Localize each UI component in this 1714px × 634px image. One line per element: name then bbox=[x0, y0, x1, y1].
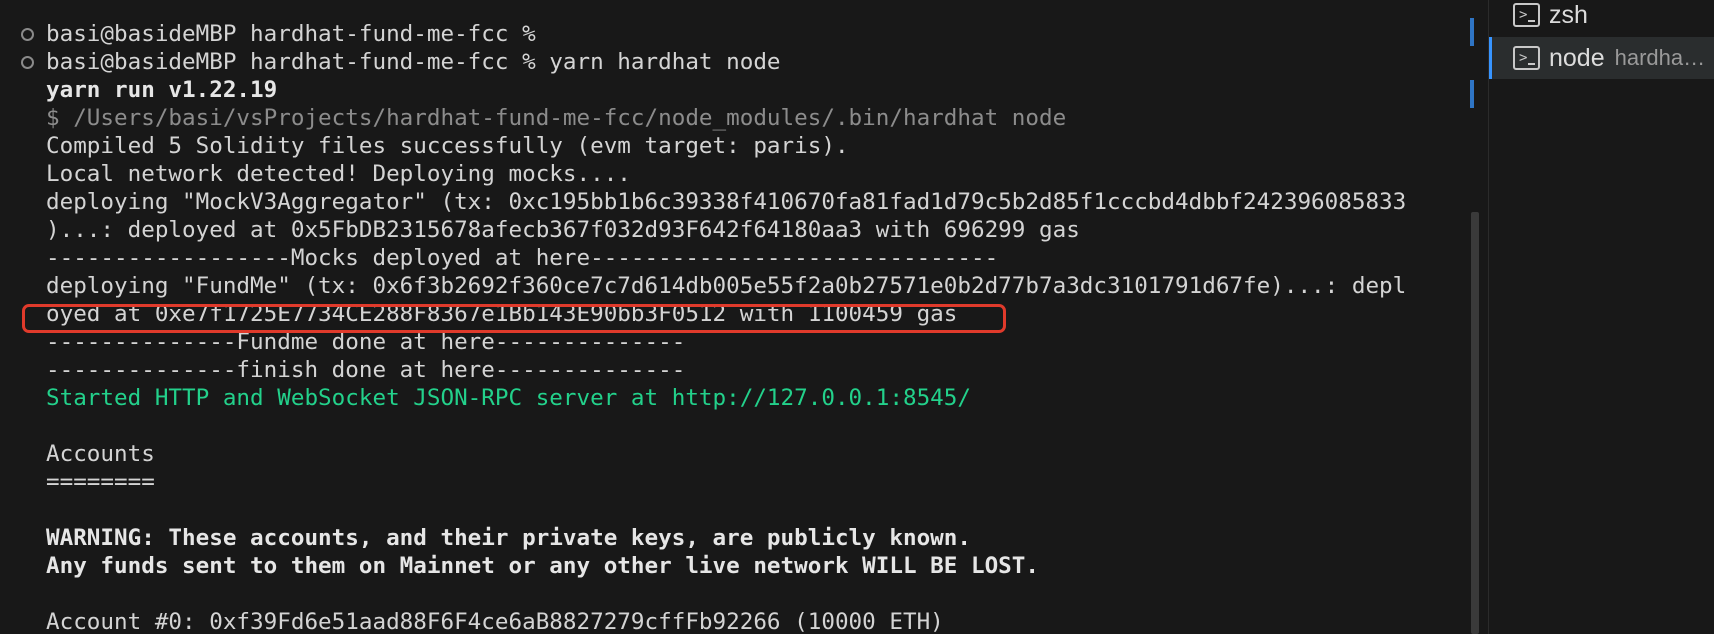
terminal-tab-description: hardhat-fund-me-fcc bbox=[1614, 45, 1707, 70]
terminal-tab-label: node bbox=[1549, 43, 1605, 72]
vscode-terminal-panel: basi@basideMBP hardhat-fund-me-fcc % basi… bbox=[0, 0, 1714, 634]
terminal-line: ======== bbox=[0, 468, 1460, 496]
command-decoration-icon[interactable] bbox=[21, 56, 34, 69]
terminal-line: Any funds sent to them on Mainnet or any… bbox=[0, 552, 1460, 580]
command-marker bbox=[1470, 80, 1474, 108]
terminal-line-text: basi@basideMBP hardhat-fund-me-fcc % bbox=[46, 21, 536, 47]
terminal-line: WARNING: These accounts, and their priva… bbox=[0, 524, 1460, 552]
terminal-line-text: Started HTTP and WebSocket JSON-RPC serv… bbox=[46, 385, 971, 411]
terminal-line: yarn run v1.22.19 bbox=[0, 76, 1460, 104]
terminal-line: $ /Users/basi/vsProjects/hardhat-fund-me… bbox=[0, 104, 1460, 132]
scrollbar-thumb[interactable] bbox=[1471, 212, 1479, 634]
terminal-line-text: --------------finish done at here-------… bbox=[46, 357, 686, 383]
terminal-line: Accounts bbox=[0, 440, 1460, 468]
terminal-line-text: )...: deployed at 0x5FbDB2315678afecb367… bbox=[46, 217, 1080, 243]
terminal-line: Local network detected! Deploying mocks.… bbox=[0, 160, 1460, 188]
terminal-line: Compiled 5 Solidity files successfully (… bbox=[0, 132, 1460, 160]
terminal-tab-zsh[interactable]: > zsh bbox=[1489, 0, 1714, 36]
terminal-line: basi@basideMBP hardhat-fund-me-fcc % yar… bbox=[0, 48, 1460, 76]
terminal-line: deploying "FundMe" (tx: 0x6f3b2692f360ce… bbox=[0, 272, 1460, 300]
terminal-icon: > bbox=[1513, 3, 1540, 27]
terminal-line-text: $ /Users/basi/vsProjects/hardhat-fund-me… bbox=[46, 105, 1067, 131]
terminal-tab-node[interactable]: > node hardhat-fund-me-fcc bbox=[1489, 37, 1714, 79]
terminal-line-text: Any funds sent to them on Mainnet or any… bbox=[46, 553, 1039, 579]
terminal-tabs-list: > zsh > node hardhat-fund-me-fcc bbox=[1489, 0, 1714, 634]
terminal-icon: > bbox=[1513, 46, 1540, 70]
terminal-output[interactable]: basi@basideMBP hardhat-fund-me-fcc % basi… bbox=[0, 0, 1488, 634]
deployed-address-highlight bbox=[22, 304, 1006, 333]
terminal-line-text: ======== bbox=[46, 469, 155, 495]
terminal-line: deploying "MockV3Aggregator" (tx: 0xc195… bbox=[0, 188, 1460, 216]
terminal-line: --------------finish done at here-------… bbox=[0, 356, 1460, 384]
terminal-line-text: Account #0: 0xf39Fd6e51aad88F6F4ce6aB882… bbox=[46, 609, 944, 634]
command-decoration-icon[interactable] bbox=[21, 28, 34, 41]
terminal-line-text: Compiled 5 Solidity files successfully (… bbox=[46, 133, 849, 159]
terminal-line-text: basi@basideMBP hardhat-fund-me-fcc % yar… bbox=[46, 49, 781, 75]
terminal-line-text: WARNING: These accounts, and their priva… bbox=[46, 525, 971, 551]
terminal-line-text: yarn run v1.22.19 bbox=[46, 77, 278, 103]
command-marker bbox=[1470, 18, 1474, 46]
terminal-line-text: deploying "MockV3Aggregator" (tx: 0xc195… bbox=[46, 189, 1407, 215]
terminal-line-text: ------------------Mocks deployed at here… bbox=[46, 245, 999, 271]
terminal-line: Account #0: 0xf39Fd6e51aad88F6F4ce6aB882… bbox=[0, 608, 1460, 634]
terminal-line-text: Accounts bbox=[46, 441, 155, 467]
terminal-line-text: Local network detected! Deploying mocks.… bbox=[46, 161, 631, 187]
terminal-line: Started HTTP and WebSocket JSON-RPC serv… bbox=[0, 384, 1460, 412]
terminal-line: )...: deployed at 0x5FbDB2315678afecb367… bbox=[0, 216, 1460, 244]
terminal-line-text: deploying "FundMe" (tx: 0x6f3b2692f360ce… bbox=[46, 273, 1407, 299]
terminal-tab-label: zsh bbox=[1549, 0, 1588, 29]
terminal-line: basi@basideMBP hardhat-fund-me-fcc % bbox=[0, 20, 1460, 48]
terminal-line: ------------------Mocks deployed at here… bbox=[0, 244, 1460, 272]
